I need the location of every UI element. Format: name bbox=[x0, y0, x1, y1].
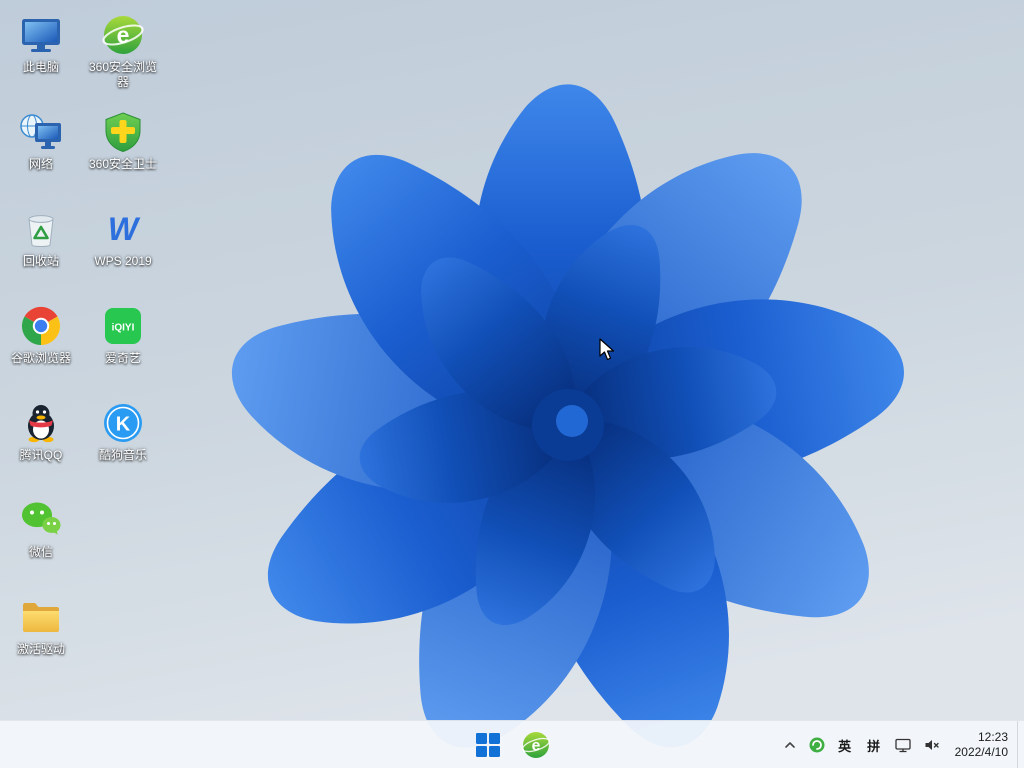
kugou-music-icon: K bbox=[101, 401, 145, 445]
360-browser-icon: e bbox=[101, 13, 145, 57]
desktop-icon-label: 爱奇艺 bbox=[104, 351, 141, 365]
desktop-icon-column-1: 此电脑 网络 回收站 谷歌浏览器 腾讯QQ 微信 激活驱动 bbox=[2, 8, 80, 687]
taskbar-360-browser-button[interactable]: e bbox=[516, 725, 556, 765]
start-button[interactable] bbox=[468, 725, 508, 765]
desktop-icon-360-browser[interactable]: e 360安全浏览器 bbox=[84, 8, 162, 105]
desktop-icon-label: WPS 2019 bbox=[94, 254, 152, 268]
tray-time: 12:23 bbox=[977, 730, 1008, 744]
desktop-icon-network[interactable]: 网络 bbox=[2, 105, 80, 202]
desktop-icon-chrome[interactable]: 谷歌浏览器 bbox=[2, 299, 80, 396]
desktop-icon-label: 回收站 bbox=[22, 254, 59, 268]
network-icon bbox=[894, 738, 911, 753]
desktop-icon-qq[interactable]: 腾讯QQ bbox=[2, 396, 80, 493]
desktop-icon-label: 谷歌浏览器 bbox=[10, 351, 71, 365]
desktop-icon-label: 360安全卫士 bbox=[88, 157, 158, 171]
network-globe-icon bbox=[19, 110, 63, 154]
desktop-icon-activation-folder[interactable]: 激活驱动 bbox=[2, 590, 80, 687]
desktop-icon-column-2: e 360安全浏览器 360安全卫士 W WPS 2019 iQIYI 爱奇艺 … bbox=[84, 8, 162, 493]
desktop-icon-iqiyi[interactable]: iQIYI 爱奇艺 bbox=[84, 299, 162, 396]
360-browser-icon: e bbox=[521, 732, 551, 758]
tray-chevron-up-button[interactable] bbox=[777, 725, 803, 765]
ime-mode-indicator[interactable]: 拼 bbox=[860, 725, 888, 765]
taskbar: e 英 拼 12:23 2022/4/10 bbox=[0, 720, 1024, 768]
desktop-icon-kugou[interactable]: K 酷狗音乐 bbox=[84, 396, 162, 493]
360-safety-shield-icon bbox=[101, 110, 145, 154]
desktop-icon-label: 此电脑 bbox=[22, 60, 59, 74]
svg-text:K: K bbox=[116, 414, 131, 436]
desktop-icon-grid: 此电脑 网络 回收站 谷歌浏览器 腾讯QQ 微信 激活驱动 e 360安全浏览器… bbox=[2, 8, 162, 687]
folder-icon bbox=[19, 595, 63, 639]
volume-muted-icon bbox=[925, 740, 939, 750]
desktop-icon-recycle-bin[interactable]: 回收站 bbox=[2, 202, 80, 299]
taskbar-center-icons: e bbox=[468, 725, 556, 765]
show-desktop-button[interactable] bbox=[1017, 721, 1022, 768]
desktop-icon-label: 微信 bbox=[28, 545, 53, 559]
svg-text:e: e bbox=[117, 22, 130, 48]
recycle-bin-icon bbox=[19, 207, 63, 251]
iqiyi-icon: iQIYI bbox=[101, 304, 145, 348]
wps-icon: W bbox=[101, 207, 145, 251]
desktop-icon-label: 激活驱动 bbox=[16, 642, 65, 656]
wechat-icon bbox=[19, 498, 63, 542]
chevron-up-icon bbox=[784, 742, 795, 748]
360-tray-icon bbox=[809, 737, 825, 753]
qq-penguin-icon bbox=[19, 401, 63, 445]
desktop-icon-label: 酷狗音乐 bbox=[98, 448, 147, 462]
desktop-icon-label: 腾讯QQ bbox=[19, 448, 63, 462]
svg-text:W: W bbox=[108, 211, 141, 247]
this-pc-icon bbox=[19, 13, 63, 57]
desktop-icon-wps[interactable]: W WPS 2019 bbox=[84, 202, 162, 299]
tray-360-button[interactable] bbox=[804, 725, 830, 765]
tray-clock[interactable]: 12:23 2022/4/10 bbox=[947, 725, 1016, 765]
desktop-icon-wechat[interactable]: 微信 bbox=[2, 493, 80, 590]
tray-date: 2022/4/10 bbox=[954, 745, 1008, 759]
system-tray: 英 拼 12:23 2022/4/10 bbox=[777, 721, 1022, 768]
windows-logo-icon bbox=[476, 733, 500, 757]
ime-language-indicator[interactable]: 英 bbox=[831, 725, 859, 765]
desktop-icon-this-pc[interactable]: 此电脑 bbox=[2, 8, 80, 105]
desktop-icon-label: 360安全浏览器 bbox=[88, 60, 158, 89]
svg-text:e: e bbox=[532, 737, 541, 754]
network-tray-button[interactable] bbox=[889, 725, 917, 765]
desktop-icon-label: 网络 bbox=[28, 157, 53, 171]
volume-tray-button[interactable] bbox=[918, 725, 946, 765]
desktop-icon-360-safety[interactable]: 360安全卫士 bbox=[84, 105, 162, 202]
chrome-icon bbox=[19, 304, 63, 348]
svg-text:iQIYI: iQIYI bbox=[112, 323, 135, 334]
